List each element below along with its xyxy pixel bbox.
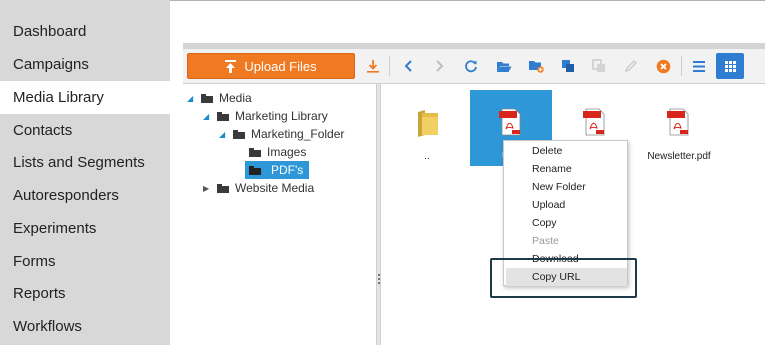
nav-item-autoresponders[interactable]: Autoresponders [0,179,170,212]
sidebar: Dashboard Campaigns Media Library Contac… [0,0,170,345]
folder-tree: ◢ Media ◢ Marketing Library ◢ Marketing_… [183,84,376,345]
nav-item-lists-and-segments[interactable]: Lists and Segments [0,146,170,179]
tree-node-marketing-folder[interactable]: ◢ Marketing_Folder [219,125,344,143]
nav-item-contacts[interactable]: Contacts [0,114,170,147]
upload-files-button[interactable]: Upload Files [187,53,355,79]
tree-label: Marketing Library [235,109,328,123]
pdf-file-icon [499,108,521,136]
new-folder-icon[interactable] [526,57,546,75]
splitter-grip [378,274,380,284]
folder-icon [233,129,245,139]
forward-icon[interactable] [429,57,449,75]
upload-arrow-icon [225,59,237,73]
file-item-parent-folder[interactable]: .. [386,90,468,166]
collapse-triangle-icon[interactable]: ▶ [203,184,213,193]
list-view-icon[interactable] [689,57,709,75]
nav-item-media-library[interactable]: Media Library [0,81,170,114]
context-menu-upload[interactable]: Upload [504,196,627,214]
tree-node-website-media[interactable]: ▶ Website Media [203,179,314,197]
upload-files-label: Upload Files [244,58,317,74]
header-divider [170,0,765,1]
nav-item-dashboard[interactable]: Dashboard [0,15,170,48]
tree-node-images[interactable]: Images [245,143,306,161]
nav-item-experiments[interactable]: Experiments [0,212,170,245]
folder-icon [418,110,438,137]
expand-triangle-icon[interactable]: ◢ [187,94,197,103]
pdf-file-icon [583,108,605,136]
file-item-newsletter-pdf[interactable]: Newsletter.pdf [638,90,720,166]
context-menu: Delete Rename New Folder Upload Copy Pas… [503,140,628,286]
copy-icon[interactable] [558,57,578,75]
toolbar: Upload Files [183,49,765,84]
refresh-icon[interactable] [461,57,481,75]
tree-label: Marketing_Folder [251,127,345,141]
open-folder-icon[interactable] [494,57,514,75]
tree-node-marketing-library[interactable]: ◢ Marketing Library [203,107,328,125]
context-menu-download[interactable]: Download [504,250,627,268]
tree-node-media[interactable]: ◢ Media [187,89,252,107]
context-menu-new-folder[interactable]: New Folder [504,178,627,196]
tree-label: Website Media [235,181,315,195]
back-icon[interactable] [399,57,419,75]
context-menu-delete[interactable]: Delete [504,142,627,160]
nav-item-campaigns[interactable]: Campaigns [0,48,170,81]
folder-icon [249,147,261,157]
tree-label: Images [267,145,307,159]
nav-item-reports[interactable]: Reports [0,277,170,310]
paste-icon[interactable] [589,57,609,75]
context-menu-rename[interactable]: Rename [504,160,627,178]
file-label: Newsletter.pdf [647,151,711,162]
folder-icon [217,111,229,121]
grid-view-button[interactable] [716,53,744,79]
tree-label: Media [219,91,252,105]
nav-item-workflows[interactable]: Workflows [0,310,170,343]
nav-item-forms[interactable]: Forms [0,245,170,278]
tree-label: PDF's [267,162,308,178]
folder-icon [249,165,261,175]
edit-icon[interactable] [621,57,641,75]
delete-icon[interactable] [653,57,673,75]
toolbar-divider [389,56,390,76]
download-icon[interactable] [363,57,383,75]
context-menu-copy[interactable]: Copy [504,214,627,232]
pdf-file-icon [667,108,689,136]
context-menu-paste[interactable]: Paste [504,232,627,250]
grid-view-icon [724,60,736,72]
toolbar-divider [681,56,682,76]
expand-triangle-icon[interactable]: ◢ [203,112,213,121]
expand-triangle-icon[interactable]: ◢ [219,130,229,139]
context-menu-copy-url[interactable]: Copy URL [506,268,627,286]
file-label: .. [424,151,430,162]
folder-icon [217,183,229,193]
folder-icon [201,93,213,103]
tree-node-pdfs[interactable]: PDF's [245,161,310,179]
